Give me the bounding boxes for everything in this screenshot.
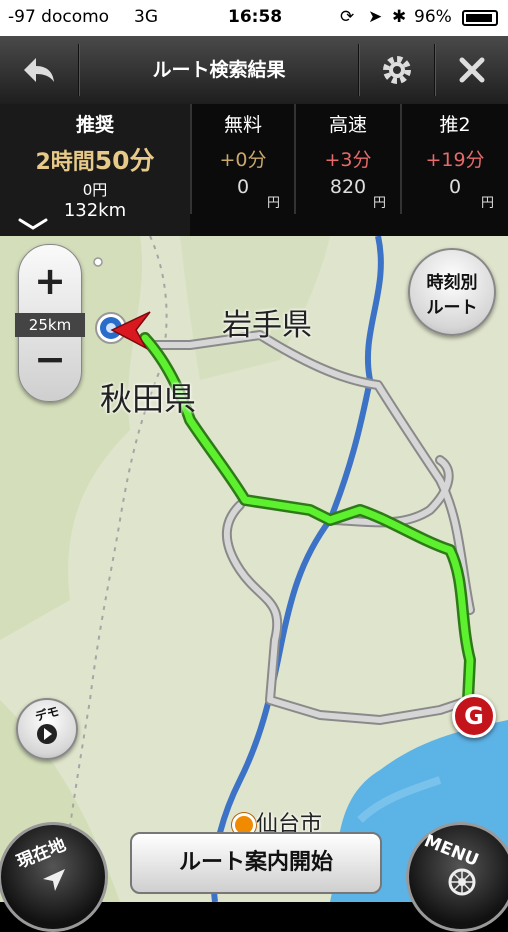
route-cost: 0円 xyxy=(82,181,108,199)
wheel-icon xyxy=(448,868,476,896)
demo-button[interactable]: デモ xyxy=(16,698,78,760)
status-bar: -97 docomo 3G 16:58 ⟳ ➤ ✱ 96% xyxy=(0,0,508,36)
battery-percent: 96% xyxy=(414,7,452,27)
scale-label: 25km xyxy=(15,313,85,337)
time-route-button[interactable]: 時刻別 ルート xyxy=(408,248,496,336)
network-label: 3G xyxy=(134,7,158,27)
tab-free[interactable]: 無料 +0分 0 円 xyxy=(192,104,294,214)
bluetooth-icon: ✱ xyxy=(392,7,407,27)
goal-marker-icon[interactable]: G xyxy=(452,694,496,738)
gear-icon xyxy=(383,56,411,84)
menu-label: MENU xyxy=(421,831,482,871)
close-button[interactable] xyxy=(436,36,508,104)
nav-bar: ルート検索結果 xyxy=(0,36,508,105)
close-icon xyxy=(459,57,485,83)
map-label-iwate: 岩手県 xyxy=(222,308,312,343)
start-guidance-button[interactable]: ルート案内開始 xyxy=(130,832,382,894)
battery-icon xyxy=(462,10,498,26)
zoom-out-button[interactable]: − xyxy=(19,337,81,381)
play-icon xyxy=(37,724,57,744)
tab-alternative-2[interactable]: 推2 +19分 0 円 xyxy=(402,104,508,214)
back-button[interactable] xyxy=(0,36,78,104)
orientation-lock-icon: ⟳ xyxy=(340,7,355,27)
back-arrow-icon xyxy=(24,58,54,82)
chevron-down-icon[interactable] xyxy=(18,216,48,235)
route-duration: 2時間50分 xyxy=(35,146,155,175)
clock: 16:58 xyxy=(228,7,283,27)
settings-button[interactable] xyxy=(360,36,434,104)
tab-recommended[interactable]: 推奨 2時間50分 0円 132km xyxy=(0,104,190,236)
tab-label: 推奨 xyxy=(75,114,114,136)
tab-highway[interactable]: 高速 +3分 820 円 xyxy=(296,104,400,214)
map-label-akita: 秋田県 xyxy=(100,380,197,418)
location-arrow-icon: ➤ xyxy=(368,7,383,27)
current-location-button[interactable]: 現在地 xyxy=(0,822,108,932)
navigation-arrow-icon xyxy=(43,869,65,891)
start-marker-icon xyxy=(92,308,154,360)
menu-button[interactable]: MENU xyxy=(406,822,508,932)
carrier-label: -97 docomo xyxy=(8,7,110,27)
page-title: ルート検索結果 xyxy=(152,59,286,81)
zoom-in-button[interactable]: + xyxy=(19,259,81,303)
route-tabs: 推奨 2時間50分 0円 132km 無料 +0分 0 円 高速 +3分 820… xyxy=(0,104,508,236)
zoom-control: + 25km − xyxy=(15,244,85,402)
